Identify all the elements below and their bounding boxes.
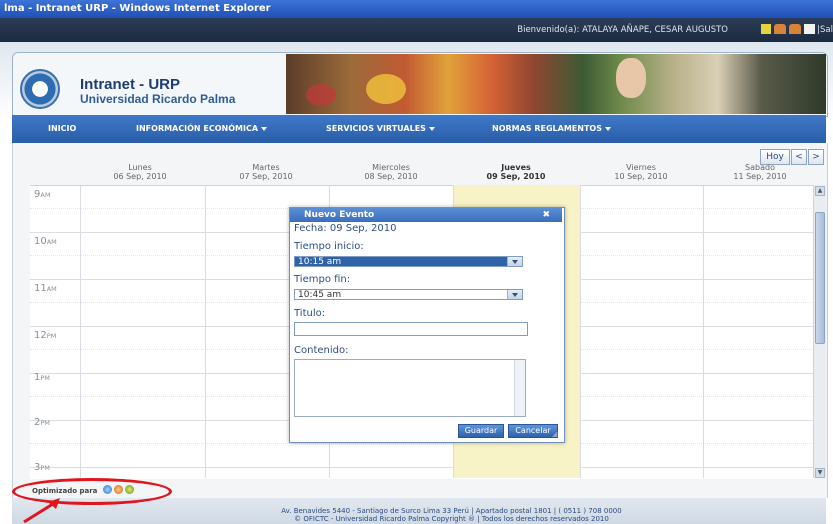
logout-link[interactable]: |Sal bbox=[817, 25, 833, 35]
header-photo bbox=[286, 54, 826, 114]
welcome-text: Bienvenido(a): ATALAYA AÑAPE, CESAR AUGU… bbox=[517, 25, 728, 35]
chevron-down-icon bbox=[428, 126, 435, 131]
nav-inicio[interactable]: INICIO bbox=[48, 124, 76, 133]
hour-label: 10AM bbox=[34, 236, 57, 247]
users-icon[interactable] bbox=[774, 24, 786, 34]
chevron-down-icon[interactable] bbox=[507, 290, 522, 299]
hour-label: 11AM bbox=[34, 283, 57, 294]
hour-label: 12PM bbox=[34, 330, 57, 341]
hour-label: 9AM bbox=[34, 189, 51, 200]
day-header-sabado: Sabado 11 Sep, 2010 bbox=[733, 163, 787, 181]
day-header-jueves: Jueves 09 Sep, 2010 bbox=[486, 163, 546, 181]
brand-subtitle: Universidad Ricardo Palma bbox=[80, 92, 236, 106]
footer-address: Av. Benavides 5440 - Santiago de Surco L… bbox=[281, 507, 622, 515]
dialog-title: Nuevo Evento bbox=[304, 210, 375, 220]
brand-title[interactable]: Intranet - URP bbox=[80, 76, 180, 93]
title-label: Titulo: bbox=[294, 308, 326, 319]
status-icon[interactable] bbox=[761, 24, 771, 34]
chevron-down-icon bbox=[604, 126, 611, 131]
nav-normas-reglamentos[interactable]: NORMAS REGLAMENTOS bbox=[492, 124, 611, 133]
nav-servicios-virtuales[interactable]: SERVICIOS VIRTUALES bbox=[326, 124, 435, 133]
day-header-lunes: Lunes 06 Sep, 2010 bbox=[113, 163, 167, 181]
chevron-down-icon bbox=[261, 126, 268, 131]
cancel-button[interactable]: Cancelar bbox=[508, 424, 558, 438]
window-title-bar: lma - Intranet URP - Windows Internet Ex… bbox=[0, 0, 833, 18]
hour-label: 2PM bbox=[34, 417, 50, 428]
nav-informacion-economica[interactable]: INFORMACIÓN ECONÓMICA bbox=[136, 124, 268, 133]
footer-copyright: © OFICTC - Universidad Ricardo Palma Cop… bbox=[294, 515, 609, 523]
save-button[interactable]: Guardar bbox=[458, 424, 504, 438]
scroll-down-icon[interactable]: ▼ bbox=[815, 468, 825, 478]
end-time-select[interactable]: 10:45 am bbox=[294, 289, 523, 300]
university-seal-icon[interactable] bbox=[20, 69, 60, 109]
day-header-viernes: Viernes 10 Sep, 2010 bbox=[614, 163, 668, 181]
hour-label: 1PM bbox=[34, 372, 50, 383]
dialog-title-bar[interactable]: Nuevo Evento ✖ bbox=[290, 208, 562, 222]
resize-handle-icon[interactable]: ◢ bbox=[552, 430, 560, 438]
chevron-down-icon[interactable] bbox=[507, 257, 522, 266]
welcome-bar: Bienvenido(a): ATALAYA AÑAPE, CESAR AUGU… bbox=[0, 18, 833, 42]
scroll-up-icon[interactable]: ▲ bbox=[815, 186, 825, 196]
users-icon-2[interactable] bbox=[789, 24, 801, 34]
scrollbar-thumb[interactable] bbox=[815, 212, 825, 344]
main-nav: INICIO INFORMACIÓN ECONÓMICA SERVICIOS V… bbox=[12, 115, 826, 143]
close-icon[interactable]: ✖ bbox=[542, 208, 550, 222]
content-label: Contenido: bbox=[294, 345, 349, 356]
hour-label: 3PM bbox=[34, 462, 50, 473]
end-time-label: Tiempo fin: bbox=[294, 274, 351, 285]
day-header-martes: Martes 07 Sep, 2010 bbox=[239, 163, 293, 181]
home-icon[interactable] bbox=[804, 24, 815, 34]
title-input[interactable] bbox=[294, 322, 528, 336]
content-textarea[interactable] bbox=[294, 359, 526, 417]
day-header-miercoles: Miercoles 08 Sep, 2010 bbox=[364, 163, 418, 181]
start-time-select[interactable]: 10:15 am bbox=[294, 256, 523, 267]
start-time-label: Tiempo inicio: bbox=[294, 241, 364, 252]
textarea-scrollbar[interactable] bbox=[514, 360, 525, 416]
event-date: Fecha: 09 Sep, 2010 bbox=[294, 223, 397, 234]
annotation-arrow-icon bbox=[23, 498, 60, 524]
